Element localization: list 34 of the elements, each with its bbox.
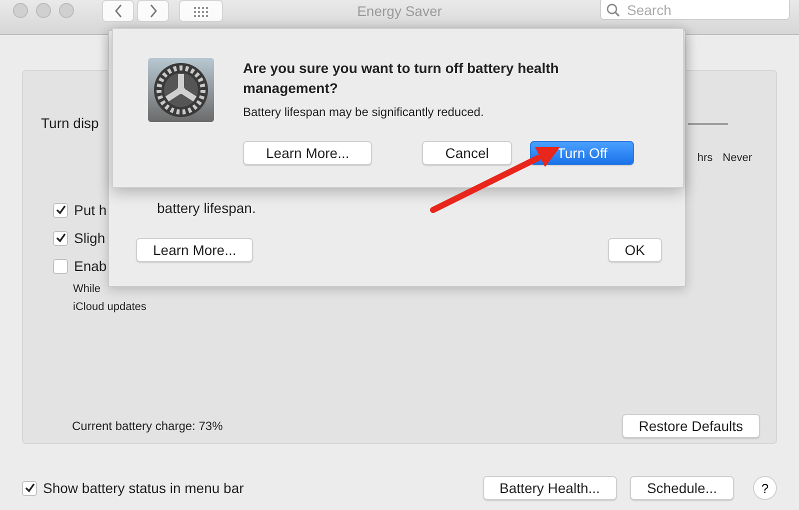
slider-label: hrs	[697, 152, 713, 164]
checkbox[interactable]	[53, 202, 68, 218]
checkbox[interactable]	[53, 258, 68, 274]
back-button[interactable]	[102, 0, 134, 22]
alert-button[interactable]: Learn More...	[243, 141, 372, 165]
gear-icon	[148, 58, 214, 122]
chevron-left-icon	[112, 3, 124, 19]
grid-icon	[193, 6, 209, 16]
option-label: Sligh	[74, 230, 106, 246]
alert-message: Battery lifespan may be significantly reduced.	[243, 105, 485, 119]
alert-title: Are you sure you want to turn off battery health management?	[243, 59, 560, 98]
restore-defaults-button[interactable]: Restore Defaults	[622, 414, 760, 438]
forward-button[interactable]	[137, 0, 169, 22]
checkbox[interactable]	[22, 480, 37, 496]
sheet-text: battery lifespan.	[156, 200, 257, 216]
option-note: iCloud updates	[72, 300, 148, 315]
checkbox-label: Show battery status in menu bar	[43, 480, 244, 496]
window-title: Energy Saver	[357, 3, 442, 19]
chevron-right-icon	[148, 3, 158, 19]
option-label: Put h	[74, 202, 107, 218]
sheet-button[interactable]: Learn More...	[136, 238, 254, 262]
search-field[interactable]: Search	[600, 0, 790, 20]
footer-button[interactable]: Schedule...	[630, 476, 734, 500]
option-label: Enab	[74, 258, 107, 274]
sheet-button[interactable]: OK	[608, 238, 662, 262]
option-note: While	[72, 282, 102, 297]
checkbox[interactable]	[53, 230, 68, 246]
setting-label: Turn disp	[41, 115, 99, 133]
slider-label: Never	[722, 152, 752, 164]
footer-button[interactable]: Battery Health...	[482, 476, 617, 500]
help-button[interactable]: ?	[753, 476, 777, 500]
show-all-button[interactable]	[179, 0, 223, 22]
alert-button[interactable]: Cancel	[422, 141, 512, 165]
battery-charge-text: Current battery charge: 73%	[72, 419, 223, 433]
